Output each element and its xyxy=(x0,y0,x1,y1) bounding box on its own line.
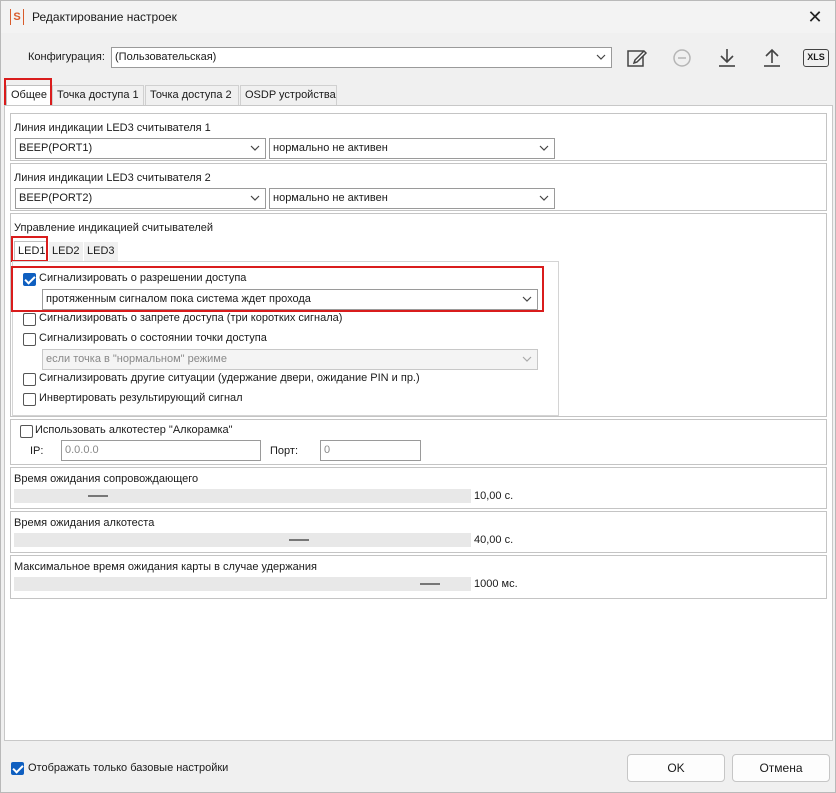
chevron-down-icon xyxy=(539,195,549,201)
chevron-down-icon xyxy=(250,145,260,151)
close-button[interactable]: ✕ xyxy=(803,6,827,28)
chevron-down-icon xyxy=(596,54,606,60)
ip-placeholder: 0.0.0.0 xyxy=(65,444,99,456)
led-line-1-port-value: BEEP(PORT1) xyxy=(19,142,93,154)
led-line-1-label: Линия индикации LED3 считывателя 1 xyxy=(14,122,211,134)
alco-wait-slider[interactable] xyxy=(14,533,471,547)
led-line-2-port-value: BEEP(PORT2) xyxy=(19,192,93,204)
port-label: Порт: xyxy=(270,445,298,457)
upload-icon[interactable] xyxy=(759,45,785,71)
download-icon[interactable] xyxy=(714,45,740,71)
led-line-2-mode-select[interactable]: нормально не активен xyxy=(269,188,555,209)
escort-wait-group: Время ожидания сопровождающего 10,00 с. xyxy=(10,467,827,509)
minus-circle-icon[interactable] xyxy=(669,45,695,71)
port-placeholder: 0 xyxy=(324,444,331,456)
point-state-label: Сигнализировать о состоянии точки доступ… xyxy=(39,332,267,344)
main-tabs: Общее Точка доступа 1 Точка доступа 2 OS… xyxy=(4,85,404,106)
xls-export-button[interactable]: XLS xyxy=(803,49,829,67)
access-granted-highlight xyxy=(11,266,544,312)
indication-group: Управление индикацией считывателей LED1 … xyxy=(10,213,827,417)
escort-wait-slider-thumb[interactable] xyxy=(88,495,108,497)
chevron-down-icon xyxy=(522,356,532,362)
tab-osdp-devices[interactable]: OSDP устройства xyxy=(240,85,337,105)
point-state-mode-value: если точка в "нормальном" режиме xyxy=(46,353,227,365)
access-denied-label: Сигнализировать о запрете доступа (три к… xyxy=(39,312,343,324)
alco-wait-group: Время ожидания алкотеста 40,00 с. xyxy=(10,511,827,553)
point-state-checkbox[interactable] xyxy=(23,333,36,346)
led-line-1-mode-select[interactable]: нормально не активен xyxy=(269,138,555,159)
edit-icon[interactable] xyxy=(624,45,650,71)
ip-label: IP: xyxy=(30,445,44,457)
invert-signal-checkbox[interactable] xyxy=(23,393,36,406)
led-line-2-label: Линия индикации LED3 считывателя 2 xyxy=(14,172,211,184)
led-line-1-port-select[interactable]: BEEP(PORT1) xyxy=(15,138,266,159)
ok-button[interactable]: OK xyxy=(627,754,725,782)
indication-label: Управление индикацией считывателей xyxy=(14,222,214,234)
basic-only-checkbox[interactable] xyxy=(11,762,24,775)
card-wait-value: 1000 мс. xyxy=(474,578,518,590)
tab-led2[interactable]: LED2 xyxy=(49,242,83,261)
tab-general-highlight xyxy=(4,78,52,107)
other-situations-checkbox[interactable] xyxy=(23,373,36,386)
tab-access-point-2[interactable]: Точка доступа 2 xyxy=(145,85,239,105)
card-wait-label: Максимальное время ожидания карты в случ… xyxy=(14,561,317,573)
point-state-mode-select[interactable]: если точка в "нормальном" режиме xyxy=(42,349,538,370)
basic-only-label: Отображать только базовые настройки xyxy=(28,762,229,774)
title-bar: S Редактирование настроек ✕ xyxy=(1,1,835,33)
invert-signal-label: Инвертировать результирующий сигнал xyxy=(39,392,243,404)
chevron-down-icon xyxy=(539,145,549,151)
alco-wait-label: Время ожидания алкотеста xyxy=(14,517,155,529)
alcotester-group: Использовать алкотестер "Алкорамка" IP: … xyxy=(10,419,827,465)
escort-wait-label: Время ожидания сопровождающего xyxy=(14,473,199,485)
config-select[interactable]: (Пользовательская) xyxy=(111,47,612,68)
led-line-2-port-select[interactable]: BEEP(PORT2) xyxy=(15,188,266,209)
led-line-1-group: Линия индикации LED3 считывателя 1 BEEP(… xyxy=(10,113,827,161)
config-value: (Пользовательская) xyxy=(115,51,217,63)
port-input[interactable]: 0 xyxy=(320,440,421,461)
led-line-2-group: Линия индикации LED3 считывателя 2 BEEP(… xyxy=(10,163,827,211)
led-line-1-mode-value: нормально не активен xyxy=(273,142,388,154)
card-wait-group: Максимальное время ожидания карты в случ… xyxy=(10,555,827,599)
config-label: Конфигурация: xyxy=(28,51,105,63)
alco-wait-slider-thumb[interactable] xyxy=(289,539,309,541)
cancel-button[interactable]: Отмена xyxy=(732,754,830,782)
alcotester-label: Использовать алкотестер "Алкорамка" xyxy=(35,424,233,436)
alco-wait-value: 40,00 с. xyxy=(474,534,514,546)
other-situations-label: Сигнализировать другие ситуации (удержан… xyxy=(39,372,420,384)
escort-wait-slider[interactable] xyxy=(14,489,471,503)
card-wait-slider-thumb[interactable] xyxy=(420,583,440,585)
escort-wait-value: 10,00 с. xyxy=(474,490,514,502)
card-wait-slider[interactable] xyxy=(14,577,471,591)
app-logo-icon: S xyxy=(10,9,24,25)
access-denied-checkbox[interactable] xyxy=(23,313,36,326)
tab-access-point-1[interactable]: Точка доступа 1 xyxy=(52,85,144,105)
chevron-down-icon xyxy=(250,195,260,201)
ip-input[interactable]: 0.0.0.0 xyxy=(61,440,261,461)
led-line-2-mode-value: нормально не активен xyxy=(273,192,388,204)
window-title: Редактирование настроек xyxy=(32,10,177,24)
tab-led3[interactable]: LED3 xyxy=(84,242,118,261)
settings-dialog: S Редактирование настроек ✕ Конфигурация… xyxy=(0,0,836,793)
tab-led1-highlight xyxy=(11,236,48,262)
alcotester-checkbox[interactable] xyxy=(20,425,33,438)
